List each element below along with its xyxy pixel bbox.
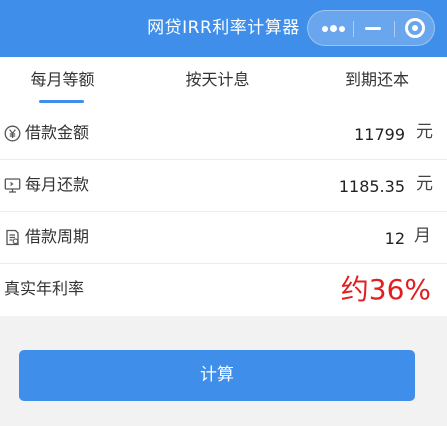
monthly-payment-unit: 元 [416,174,433,194]
tab-bar: 每月等额 按天计息 到期还本 [0,57,447,108]
document-icon [6,229,19,246]
minimize-button[interactable] [352,11,394,45]
loan-form: 借款金额 元 每月还款 元 借款周期 月 真实年利率 约36% [0,108,447,316]
loan-amount-input[interactable] [225,108,405,160]
loan-period-unit: 月 [414,226,431,246]
loan-period-label: 借款周期 [25,227,90,246]
monthly-payment-label: 每月还款 [25,175,90,194]
yuan-circle-icon [4,125,21,142]
loan-amount-unit: 元 [416,122,433,142]
real-annual-rate-row: 真实年利率 约36% [0,264,447,316]
active-tab-indicator [39,100,84,103]
real-annual-rate-value: 约36% [340,273,431,306]
more-options-button[interactable] [311,11,353,45]
monitor-icon [4,178,21,193]
more-dots-icon [322,25,345,32]
monthly-payment-input[interactable] [225,160,405,212]
close-button[interactable] [394,11,436,45]
loan-amount-row: 借款金额 元 [0,108,447,160]
target-circle-icon [405,18,425,38]
tab-principal-at-maturity[interactable]: 到期还本 [307,57,447,108]
loan-period-row: 借款周期 月 [0,212,447,264]
app-header: 网贷IRR利率计算器 [0,0,447,57]
tab-daily-interest[interactable]: 按天计息 [150,57,285,108]
miniprogram-capsule [307,10,435,46]
monthly-payment-row: 每月还款 元 [0,160,447,212]
minus-icon [365,27,381,30]
calculate-button[interactable]: 计算 [19,350,415,401]
real-annual-rate-label: 真实年利率 [4,279,85,298]
loan-period-input[interactable] [225,212,405,264]
loan-amount-label: 借款金额 [25,123,90,142]
